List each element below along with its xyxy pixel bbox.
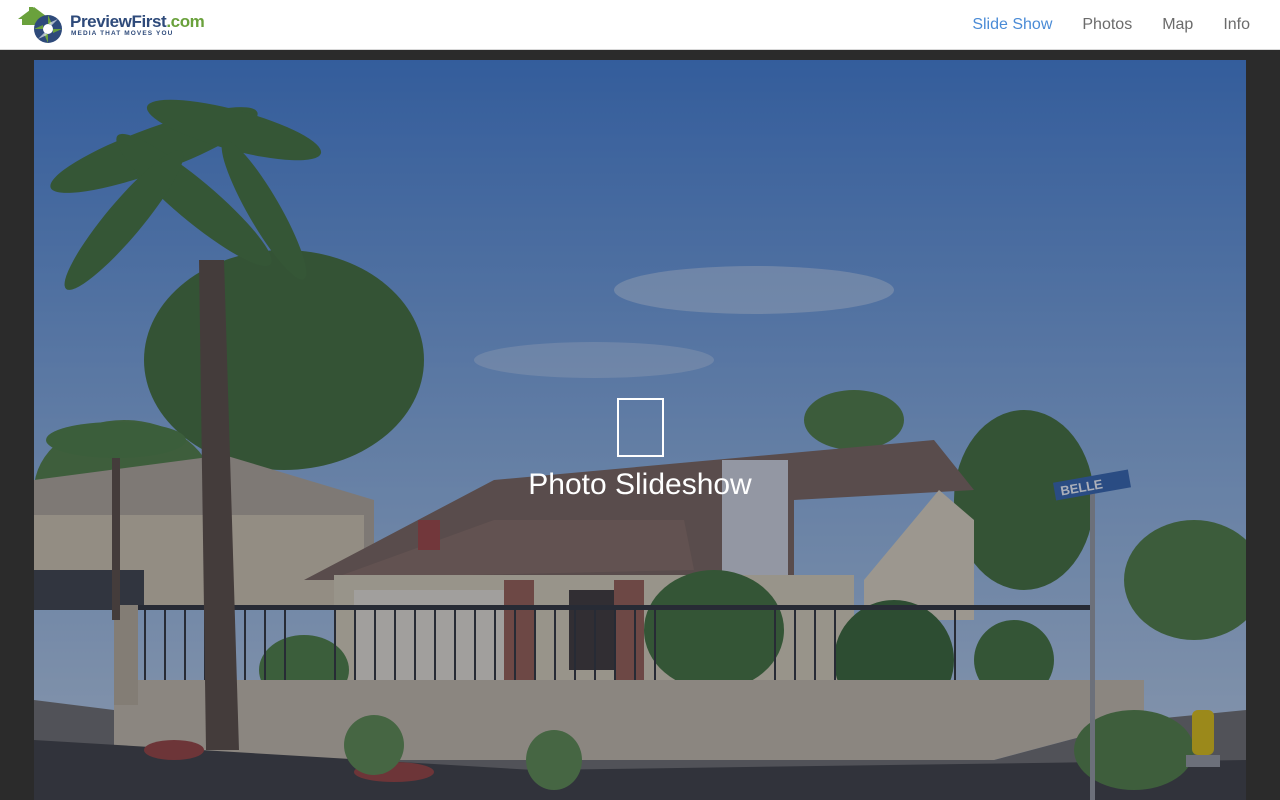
logo-tagline: MEDIA THAT MOVES YOU xyxy=(71,30,174,37)
play-slideshow-label[interactable]: Photo Slideshow xyxy=(34,468,1246,502)
nav-map[interactable]: Map xyxy=(1162,16,1193,34)
play-icon[interactable] xyxy=(616,398,664,457)
nav-info[interactable]: Info xyxy=(1223,16,1250,34)
top-navbar: PreviewFirst.com MEDIA THAT MOVES YOU Sl… xyxy=(0,0,1280,50)
logo-house-aperture-icon xyxy=(18,7,62,43)
hero-slideshow[interactable]: BELLE Photo Slideshow xyxy=(34,60,1246,800)
play-slideshow-button[interactable]: Photo Slideshow xyxy=(34,398,1246,502)
nav-photos[interactable]: Photos xyxy=(1082,16,1132,34)
main-nav: Slide Show Photos Map Info xyxy=(942,0,1250,50)
logo-wordmark: PreviewFirst.com xyxy=(70,12,205,31)
previewfirst-logo[interactable]: PreviewFirst.com MEDIA THAT MOVES YOU xyxy=(18,5,205,45)
nav-slide-show[interactable]: Slide Show xyxy=(972,16,1052,34)
